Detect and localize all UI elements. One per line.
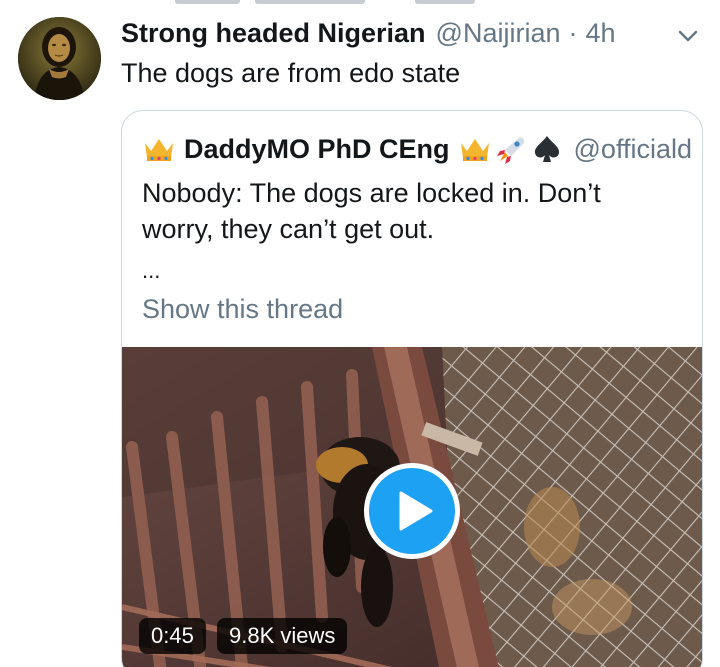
video-duration-badge: 0:45 xyxy=(139,618,206,654)
play-button[interactable] xyxy=(364,463,460,559)
crown-icon xyxy=(460,139,489,161)
quoted-text-line-1: Nobody: The dogs are locked in. Don’t xyxy=(142,178,601,208)
separator-dot: · xyxy=(568,18,578,48)
quoted-text-ellipsis: ... xyxy=(142,258,161,283)
show-thread-link[interactable]: Show this thread xyxy=(142,294,343,325)
quoted-author-handle[interactable]: @officiald xyxy=(574,134,692,165)
mona-lisa-avatar-icon xyxy=(18,17,101,100)
spade-icon xyxy=(534,136,559,162)
crown-icon xyxy=(145,139,173,161)
quoted-tweet-card[interactable]: DaddyMO PhD CEng @officiald Nobody: The … xyxy=(121,110,703,667)
video-player[interactable]: 0:45 9.8K views xyxy=(122,347,702,667)
rocket-icon xyxy=(496,137,524,164)
tweet-timestamp[interactable]: 4h xyxy=(586,18,616,49)
previous-tweet-fragment xyxy=(0,0,720,8)
author-handle[interactable]: @Naijirian xyxy=(436,18,561,49)
tweet-text: The dogs are from edo state xyxy=(121,58,461,88)
chevron-down-icon xyxy=(678,30,698,42)
tweet-header: Strong headed Nigerian @Naijirian · 4h xyxy=(121,18,616,52)
quoted-author-name[interactable]: DaddyMO PhD CEng xyxy=(184,134,450,165)
tweet-menu-button[interactable] xyxy=(676,24,700,48)
quoted-tweet-header: DaddyMO PhD CEng @officiald xyxy=(142,131,692,167)
video-views-badge: 9.8K views xyxy=(217,618,348,654)
quoted-text-line-2: worry, they can’t get out. xyxy=(142,214,435,244)
author-avatar[interactable] xyxy=(18,17,101,100)
play-icon xyxy=(399,491,433,531)
author-name[interactable]: Strong headed Nigerian xyxy=(121,18,426,49)
